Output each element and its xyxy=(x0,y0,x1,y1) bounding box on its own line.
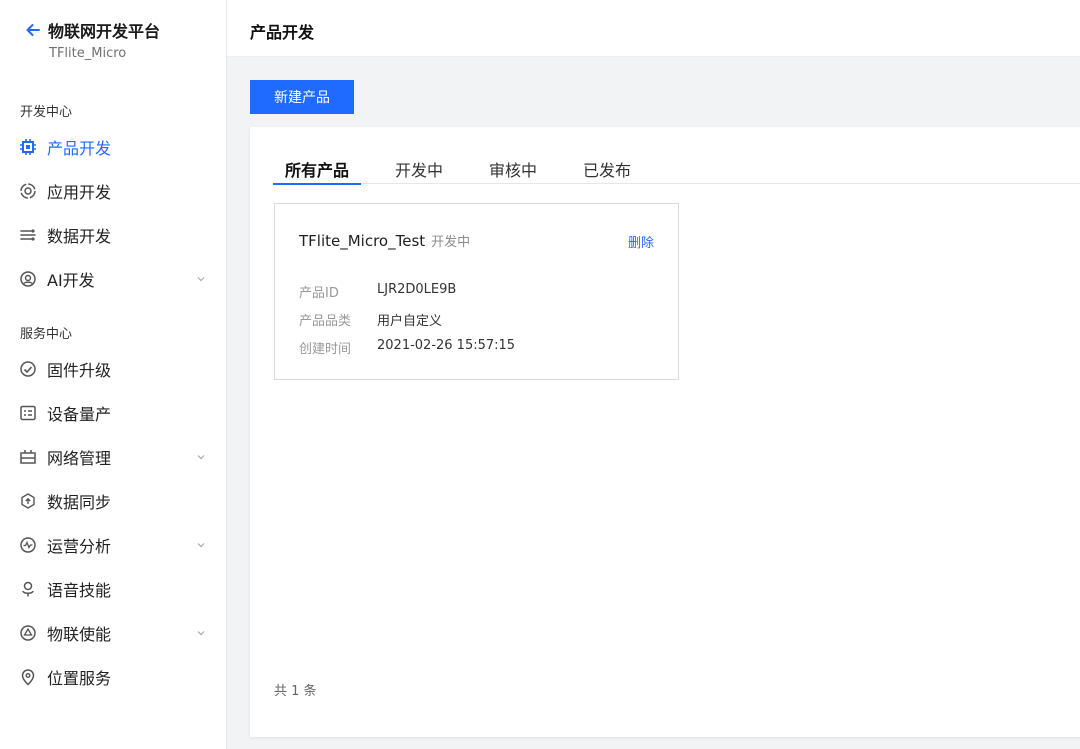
enable-icon xyxy=(18,623,38,643)
sidebar-item-voice[interactable]: 语音技能 xyxy=(18,573,210,605)
sidebar-item-analytics[interactable]: 运营分析 xyxy=(18,529,210,561)
brand: 物联网开发平台 TFlite_Micro xyxy=(24,18,160,61)
sidebar-item-data-sync[interactable]: 数据同步 xyxy=(18,485,210,517)
main-content: 产品开发 新建产品 所有产品 开发中 审核中 已发布 TFlite_Micro_… xyxy=(227,0,1080,749)
production-icon xyxy=(18,403,38,423)
sidebar-item-label: 语音技能 xyxy=(47,581,112,600)
sidebar-item-app-dev[interactable]: 应用开发 xyxy=(18,175,210,207)
product-panel: 所有产品 开发中 审核中 已发布 TFlite_Micro_Test 开发中 删除… xyxy=(250,127,1080,737)
tab-published[interactable]: 已发布 xyxy=(571,157,643,184)
chevron-down-icon xyxy=(197,631,205,636)
product-name: TFlite_Micro_Test xyxy=(299,232,426,250)
product-id-value: LJR2D0LE9B xyxy=(377,282,457,297)
product-category-row: 产品品类 用户自定义 xyxy=(299,310,442,329)
brand-title: 物联网开发平台 xyxy=(48,22,161,41)
meta-key: 产品品类 xyxy=(299,314,352,329)
app-ring-icon xyxy=(18,181,38,201)
header: 产品开发 xyxy=(227,0,1080,57)
app-root: 物联网开发平台 TFlite_Micro 开发中心 产品开发 应用开发 数据开发 xyxy=(0,0,1080,749)
analytics-icon xyxy=(18,535,38,555)
sidebar-item-label: AI开发 xyxy=(47,271,95,290)
meta-key: 产品ID xyxy=(299,286,339,301)
sidebar-item-label: 固件升级 xyxy=(47,361,112,380)
arrow-left-icon[interactable] xyxy=(24,21,42,39)
sidebar-item-product-dev[interactable]: 产品开发 xyxy=(18,131,210,163)
voice-icon xyxy=(18,579,38,599)
product-created-value: 2021-02-26 15:57:15 xyxy=(377,338,516,353)
sidebar-item-label: 产品开发 xyxy=(47,139,112,158)
sidebar-item-label: 运营分析 xyxy=(47,537,112,556)
sidebar-item-label: 设备量产 xyxy=(47,405,112,424)
chevron-down-icon xyxy=(197,277,205,282)
tab-bar: 所有产品 开发中 审核中 已发布 xyxy=(273,157,1080,185)
meta-key: 创建时间 xyxy=(299,342,352,357)
firmware-icon xyxy=(18,359,38,379)
section-label-service: 服务中心 xyxy=(20,327,73,342)
tab-in-review[interactable]: 审核中 xyxy=(477,157,549,184)
data-flow-icon xyxy=(18,225,38,245)
tab-in-development[interactable]: 开发中 xyxy=(383,157,455,184)
product-card[interactable]: TFlite_Micro_Test 开发中 删除 产品ID LJR2D0LE9B … xyxy=(274,203,679,380)
sidebar-item-label: 数据开发 xyxy=(47,227,112,246)
chevron-down-icon xyxy=(197,543,205,548)
sync-icon xyxy=(18,491,38,511)
sidebar-item-label: 位置服务 xyxy=(47,669,112,688)
page-title: 产品开发 xyxy=(250,23,315,42)
sidebar-item-data-dev[interactable]: 数据开发 xyxy=(18,219,210,251)
location-icon xyxy=(18,667,38,687)
sidebar-item-label: 网络管理 xyxy=(47,449,112,468)
delete-link[interactable]: 删除 xyxy=(628,232,654,251)
product-created-row: 创建时间 2021-02-26 15:57:15 xyxy=(299,338,515,357)
sidebar-item-enable[interactable]: 物联使能 xyxy=(18,617,210,649)
chevron-down-icon xyxy=(197,455,205,460)
sidebar-item-firmware[interactable]: 固件升级 xyxy=(18,353,210,385)
chip-icon xyxy=(18,137,38,157)
product-id-row: 产品ID LJR2D0LE9B xyxy=(299,282,456,301)
sidebar-item-location[interactable]: 位置服务 xyxy=(18,661,210,693)
section-label-dev: 开发中心 xyxy=(20,105,73,120)
product-title: TFlite_Micro_Test 开发中 xyxy=(299,231,470,250)
ai-icon xyxy=(18,269,38,289)
sidebar-item-ai-dev[interactable]: AI开发 xyxy=(18,263,210,295)
new-product-button[interactable]: 新建产品 xyxy=(250,80,354,114)
sidebar-item-label: 数据同步 xyxy=(47,493,112,512)
sidebar-item-production[interactable]: 设备量产 xyxy=(18,397,210,429)
sidebar-item-network[interactable]: 网络管理 xyxy=(18,441,210,473)
sidebar-item-label: 应用开发 xyxy=(47,183,112,202)
product-status: 开发中 xyxy=(431,235,471,250)
sidebar: 物联网开发平台 TFlite_Micro 开发中心 产品开发 应用开发 数据开发 xyxy=(0,0,227,749)
project-name: TFlite_Micro xyxy=(49,46,127,61)
network-icon xyxy=(18,447,38,467)
total-count: 共 1 条 xyxy=(274,684,317,699)
product-category-value: 用户自定义 xyxy=(377,314,443,329)
sidebar-item-label: 物联使能 xyxy=(47,625,112,644)
tab-all-products[interactable]: 所有产品 xyxy=(273,157,362,185)
